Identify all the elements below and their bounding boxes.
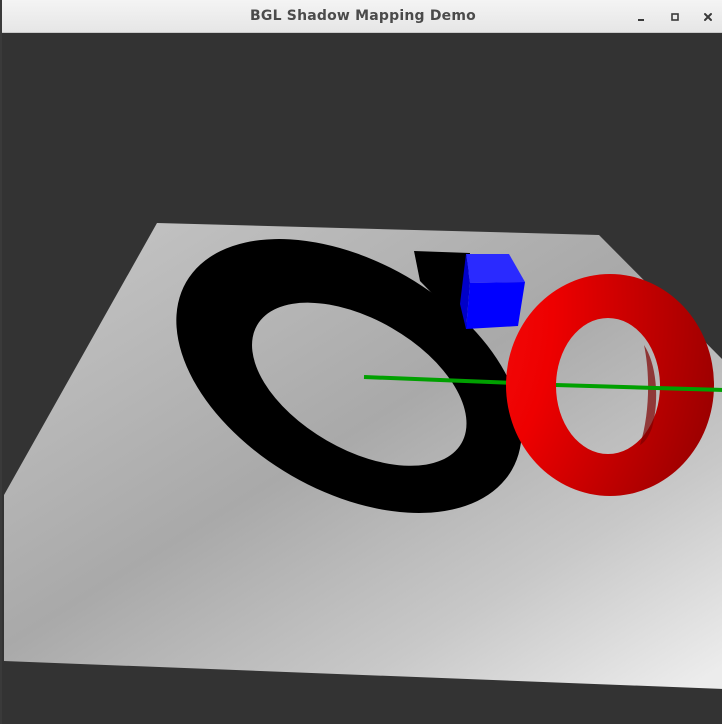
- minimize-button[interactable]: [632, 8, 650, 26]
- close-icon: [704, 13, 712, 21]
- minimize-icon: [638, 19, 644, 21]
- title-bar[interactable]: BGL Shadow Mapping Demo: [2, 0, 722, 33]
- window-title: BGL Shadow Mapping Demo: [250, 8, 476, 24]
- maximize-button[interactable]: [666, 8, 684, 26]
- maximize-icon: [671, 13, 679, 21]
- render-viewport[interactable]: [4, 33, 722, 724]
- close-button[interactable]: [699, 8, 717, 26]
- torus: [4, 33, 722, 724]
- app-window: BGL Shadow Mapping Demo: [0, 0, 722, 724]
- scene-canvas[interactable]: [4, 33, 722, 724]
